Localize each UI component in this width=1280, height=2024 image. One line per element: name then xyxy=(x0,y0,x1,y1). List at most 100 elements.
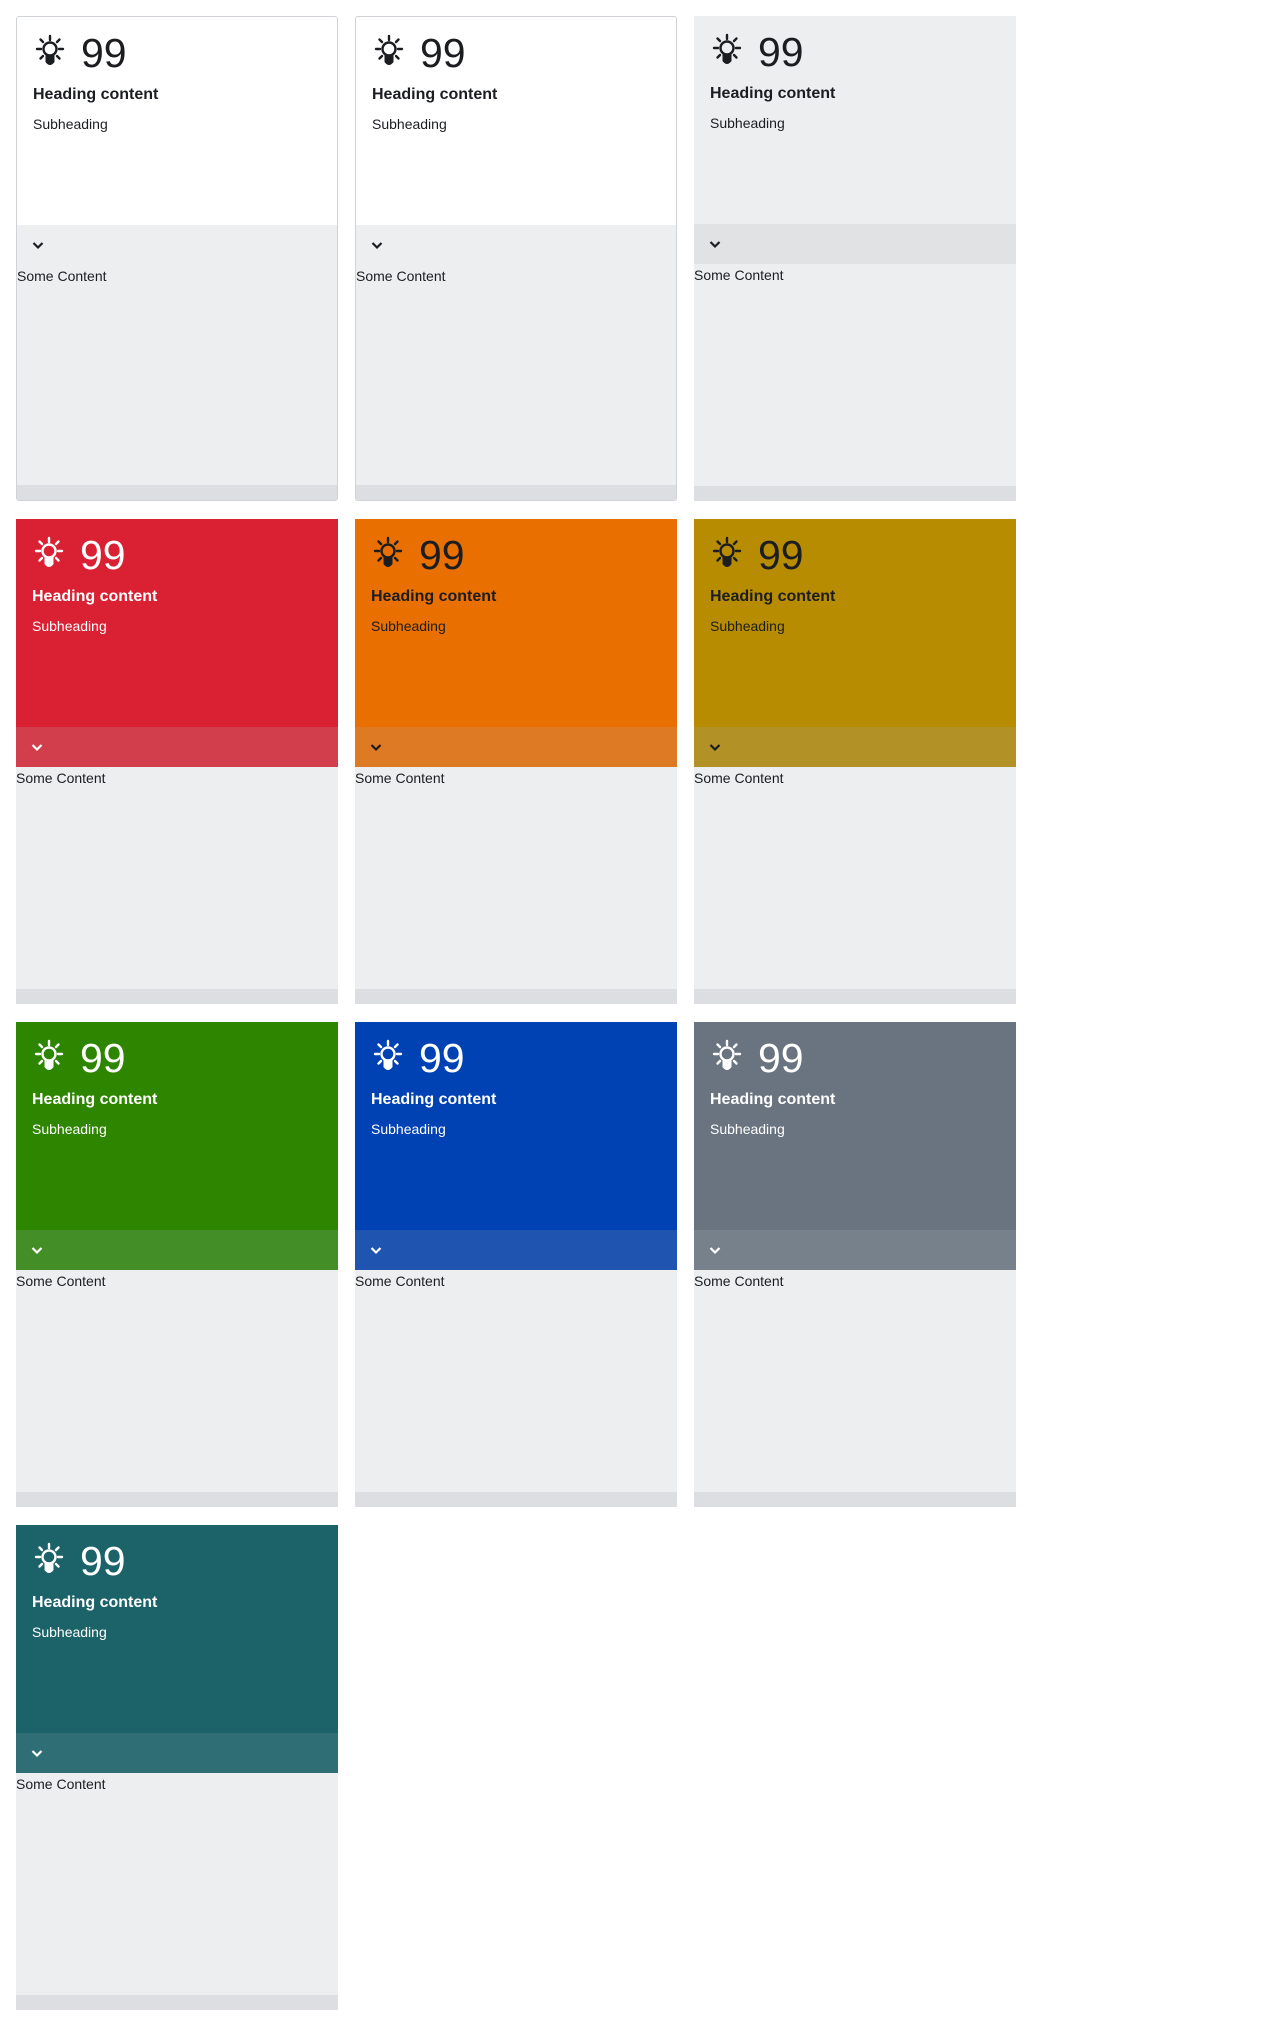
expand-toggle[interactable] xyxy=(355,727,677,767)
stat-card: 99 Heading content Subheading Some Conte… xyxy=(16,1525,338,2010)
stat-card: 99 Heading content Subheading Some Conte… xyxy=(355,519,677,1004)
card-header: 99 Heading content Subheading xyxy=(694,16,1016,224)
card-footer xyxy=(694,989,1016,1004)
chevron-down-icon xyxy=(709,744,721,752)
chevron-down-icon xyxy=(31,744,43,752)
card-top-row: 99 xyxy=(32,1035,322,1081)
stat-card: 99 Heading content Subheading Some Conte… xyxy=(16,519,338,1004)
card-content: Some Content xyxy=(694,1273,784,1289)
stat-count: 99 xyxy=(80,532,126,578)
stat-count: 99 xyxy=(419,532,465,578)
card-subheading: Subheading xyxy=(710,618,785,634)
lightbulb-icon xyxy=(710,536,744,574)
card-heading: Heading content xyxy=(372,86,498,103)
card-heading: Heading content xyxy=(32,1091,158,1108)
card-footer xyxy=(17,485,337,500)
stat-card: 99 Heading content Subheading Some Conte… xyxy=(16,1022,338,1507)
card-heading: Heading content xyxy=(371,1091,497,1108)
stat-count: 99 xyxy=(758,1035,804,1081)
card-heading: Heading content xyxy=(32,588,158,605)
lightbulb-icon xyxy=(32,1542,66,1580)
card-header: 99 Heading content Subheading xyxy=(694,519,1016,727)
card-subheading: Subheading xyxy=(33,116,108,132)
card-footer xyxy=(694,1492,1016,1507)
expand-toggle[interactable] xyxy=(16,727,338,767)
stat-count: 99 xyxy=(80,1035,126,1081)
lightbulb-icon xyxy=(371,1039,405,1077)
card-subheading: Subheading xyxy=(372,116,447,132)
card-content: Some Content xyxy=(355,770,445,786)
card-content: Some Content xyxy=(694,770,784,786)
card-top-row: 99 xyxy=(32,532,322,578)
stat-card: 99 Heading content Subheading Some Conte… xyxy=(694,519,1016,1004)
chevron-down-icon xyxy=(31,1247,43,1255)
card-content: Some Content xyxy=(694,267,784,283)
chevron-down-icon xyxy=(709,1247,721,1255)
stat-count: 99 xyxy=(420,30,466,76)
card-subheading: Subheading xyxy=(371,1121,446,1137)
expand-toggle[interactable] xyxy=(694,727,1016,767)
card-header: 99 Heading content Subheading xyxy=(16,519,338,727)
card-subheading: Subheading xyxy=(32,618,107,634)
stat-count: 99 xyxy=(81,30,127,76)
chevron-down-icon xyxy=(370,1247,382,1255)
card-footer xyxy=(16,989,338,1004)
card-grid: 99 Heading content Subheading Some Conte… xyxy=(16,16,1016,2010)
card-top-row: 99 xyxy=(32,1538,322,1584)
card-header: 99 Heading content Subheading xyxy=(16,1525,338,1733)
card-header: 99 Heading content Subheading xyxy=(355,1022,677,1230)
card-heading: Heading content xyxy=(710,85,836,102)
stat-count: 99 xyxy=(758,29,804,75)
stat-count: 99 xyxy=(419,1035,465,1081)
stat-card: 99 Heading content Subheading Some Conte… xyxy=(694,16,1016,501)
card-footer xyxy=(16,1492,338,1507)
card-content: Some Content xyxy=(16,1776,106,1792)
chevron-down-icon xyxy=(370,744,382,752)
expand-toggle[interactable] xyxy=(16,1230,338,1270)
card-content: Some Content xyxy=(16,1273,106,1289)
card-heading: Heading content xyxy=(33,86,159,103)
card-subheading: Subheading xyxy=(710,1121,785,1137)
lightbulb-icon xyxy=(371,536,405,574)
expand-toggle[interactable] xyxy=(356,225,676,265)
card-footer xyxy=(694,486,1016,501)
lightbulb-icon xyxy=(710,1039,744,1077)
card-content: Some Content xyxy=(355,1273,445,1289)
card-header: 99 Heading content Subheading xyxy=(694,1022,1016,1230)
expand-toggle[interactable] xyxy=(694,224,1016,264)
expand-toggle[interactable] xyxy=(694,1230,1016,1270)
lightbulb-icon xyxy=(710,33,744,71)
card-subheading: Subheading xyxy=(32,1121,107,1137)
card-footer xyxy=(356,485,676,500)
card-top-row: 99 xyxy=(372,30,660,76)
card-footer xyxy=(16,1995,338,2010)
expand-toggle[interactable] xyxy=(355,1230,677,1270)
card-top-row: 99 xyxy=(33,30,321,76)
expand-toggle[interactable] xyxy=(17,225,337,265)
chevron-down-icon xyxy=(31,1750,43,1758)
card-top-row: 99 xyxy=(371,532,661,578)
card-header: 99 Heading content Subheading xyxy=(17,17,337,225)
card-heading: Heading content xyxy=(32,1594,158,1611)
stat-card: 99 Heading content Subheading Some Conte… xyxy=(355,1022,677,1507)
card-subheading: Subheading xyxy=(371,618,446,634)
card-footer xyxy=(355,989,677,1004)
card-top-row: 99 xyxy=(710,532,1000,578)
expand-toggle[interactable] xyxy=(16,1733,338,1773)
card-heading: Heading content xyxy=(710,1091,836,1108)
lightbulb-icon xyxy=(372,34,406,72)
stat-count: 99 xyxy=(80,1538,126,1584)
stat-card: 99 Heading content Subheading Some Conte… xyxy=(16,16,338,501)
lightbulb-icon xyxy=(33,34,67,72)
stat-card: 99 Heading content Subheading Some Conte… xyxy=(355,16,677,501)
card-top-row: 99 xyxy=(371,1035,661,1081)
stat-count: 99 xyxy=(758,532,804,578)
lightbulb-icon xyxy=(32,536,66,574)
stat-card: 99 Heading content Subheading Some Conte… xyxy=(694,1022,1016,1507)
card-subheading: Subheading xyxy=(32,1624,107,1640)
card-content: Some Content xyxy=(16,770,106,786)
card-header: 99 Heading content Subheading xyxy=(356,17,676,225)
card-heading: Heading content xyxy=(371,588,497,605)
card-header: 99 Heading content Subheading xyxy=(16,1022,338,1230)
chevron-down-icon xyxy=(32,242,44,250)
